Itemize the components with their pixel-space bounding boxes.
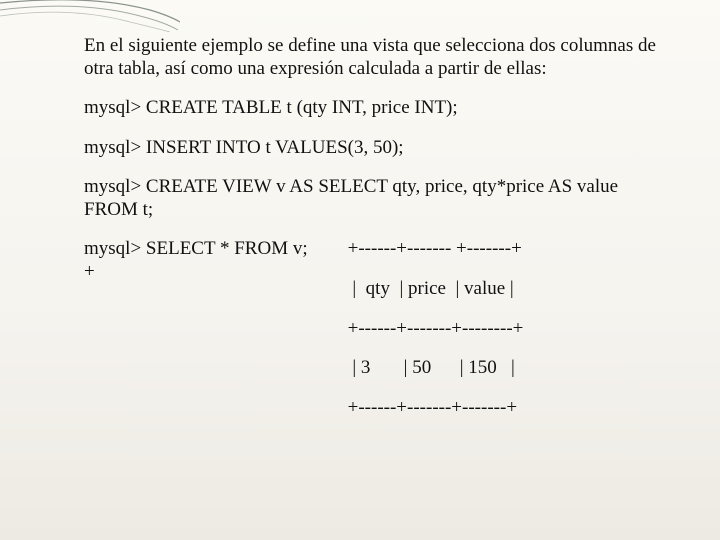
corner-decoration xyxy=(0,0,180,32)
table-sep-mid: +------+-------+--------+ xyxy=(348,317,662,341)
sql-create-table: mysql> CREATE TABLE t (qty INT, price IN… xyxy=(84,96,662,119)
sql-insert: mysql> INSERT INTO t VALUES(3, 50); xyxy=(84,136,662,159)
sql-create-view: mysql> CREATE VIEW v AS SELECT qty, pric… xyxy=(84,175,662,221)
intro-text: En el siguiente ejemplo se define una vi… xyxy=(84,35,656,79)
sql-plus: + xyxy=(84,260,308,283)
content-area: En el siguiente ejemplo se define una vi… xyxy=(84,34,662,420)
slide: En el siguiente ejemplo se define una vi… xyxy=(0,0,720,540)
select-and-output-row: mysql> SELECT * FROM v; + +------+------… xyxy=(84,237,662,420)
table-header: | qty | price | value | xyxy=(348,277,662,301)
table-sep-top: +------+------- +-------+ xyxy=(348,237,662,261)
intro-paragraph: En el siguiente ejemplo se define una vi… xyxy=(84,34,662,80)
ascii-table-output: +------+------- +-------+ | qty | price … xyxy=(348,237,662,420)
table-sep-bot: +------+-------+-------+ xyxy=(348,396,662,420)
sql-select-block: mysql> SELECT * FROM v; + xyxy=(84,237,308,283)
table-row: | 3 | 50 | 150 | xyxy=(348,356,662,380)
sql-select: mysql> SELECT * FROM v; xyxy=(84,237,308,260)
